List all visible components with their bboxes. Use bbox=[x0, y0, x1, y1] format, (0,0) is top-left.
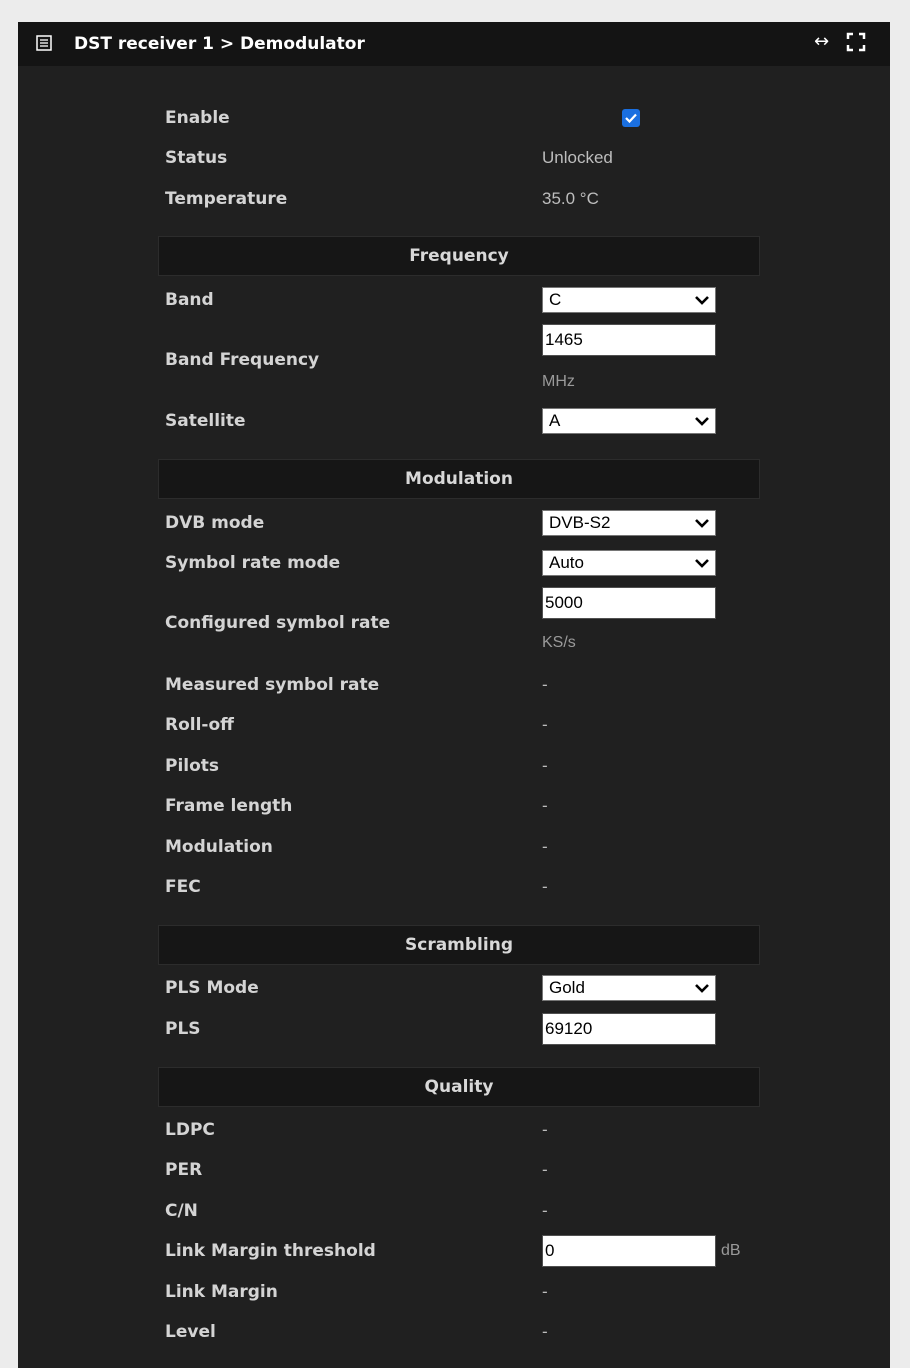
symbol-rate-mode-select-value: Auto bbox=[549, 553, 584, 572]
pls-mode-select-value: Gold bbox=[549, 978, 585, 997]
panel-title: DST receiver 1 > Demodulator bbox=[74, 34, 365, 54]
configured-symbol-rate-row: Configured symbol rate 5000 KS/s bbox=[165, 587, 765, 659]
pilots-row: Pilots - bbox=[165, 749, 765, 783]
list-icon bbox=[36, 35, 52, 51]
modulation-value: - bbox=[542, 837, 548, 856]
link-margin-threshold-unit: dB bbox=[721, 1242, 741, 1259]
pilots-label: Pilots bbox=[165, 756, 220, 776]
pls-mode-row: PLS Mode Gold bbox=[165, 971, 765, 1005]
link-margin-value: - bbox=[542, 1282, 548, 1301]
level-row: Level - bbox=[165, 1315, 765, 1349]
temperature-value: 35.0 °C bbox=[542, 189, 599, 208]
pls-row: PLS 69120 bbox=[165, 1012, 765, 1046]
band-frequency-unit: MHz bbox=[542, 373, 575, 390]
status-label: Status bbox=[165, 148, 228, 168]
satellite-select-value: A bbox=[549, 411, 561, 430]
pilots-value: - bbox=[542, 756, 548, 775]
frequency-section-header: Frequency bbox=[158, 236, 760, 276]
horizontal-resize-icon[interactable]: ↔ bbox=[814, 32, 829, 52]
satellite-label: Satellite bbox=[165, 411, 246, 431]
chevron-down-icon bbox=[695, 519, 709, 528]
roll-off-row: Roll-off - bbox=[165, 708, 765, 742]
chevron-down-icon bbox=[695, 417, 709, 426]
maximize-icon[interactable] bbox=[846, 32, 866, 52]
chevron-down-icon bbox=[695, 984, 709, 993]
modulation-label: Modulation bbox=[165, 837, 273, 857]
configured-symbol-rate-label: Configured symbol rate bbox=[165, 613, 391, 633]
per-value: - bbox=[542, 1160, 548, 1179]
band-frequency-row: Band Frequency 1465 MHz bbox=[165, 324, 765, 396]
ldpc-row: LDPC - bbox=[165, 1113, 765, 1147]
check-icon bbox=[625, 113, 637, 124]
status-value: Unlocked bbox=[542, 148, 613, 167]
ldpc-label: LDPC bbox=[165, 1120, 215, 1140]
dvb-mode-row: DVB mode DVB-S2 bbox=[165, 506, 765, 540]
fec-label: FEC bbox=[165, 877, 201, 897]
band-label: Band bbox=[165, 290, 214, 310]
band-frequency-label: Band Frequency bbox=[165, 350, 320, 370]
symbol-rate-mode-select[interactable]: Auto bbox=[542, 550, 716, 576]
link-margin-label: Link Margin bbox=[165, 1282, 278, 1302]
status-row: Status Unlocked bbox=[165, 141, 765, 175]
modulation-section-header: Modulation bbox=[158, 459, 760, 499]
pls-mode-select[interactable]: Gold bbox=[542, 975, 716, 1001]
temperature-label: Temperature bbox=[165, 189, 288, 209]
dvb-mode-select[interactable]: DVB-S2 bbox=[542, 510, 716, 536]
chevron-down-icon bbox=[695, 559, 709, 568]
quality-section-header: Quality bbox=[158, 1067, 760, 1107]
fec-value: - bbox=[542, 877, 548, 896]
link-margin-row: Link Margin - bbox=[165, 1275, 765, 1309]
enable-label: Enable bbox=[165, 108, 230, 128]
configured-symbol-rate-input[interactable]: 5000 bbox=[542, 587, 716, 619]
link-margin-threshold-row: Link Margin threshold 0 dB bbox=[165, 1234, 765, 1268]
cn-row: C/N - bbox=[165, 1194, 765, 1228]
measured-symbol-rate-row: Measured symbol rate - bbox=[165, 668, 765, 702]
cn-label: C/N bbox=[165, 1201, 198, 1221]
panel-header: DST receiver 1 > Demodulator ↔ bbox=[18, 22, 890, 66]
measured-symbol-rate-value: - bbox=[542, 675, 548, 694]
satellite-select[interactable]: A bbox=[542, 408, 716, 434]
symbol-rate-mode-label: Symbol rate mode bbox=[165, 553, 341, 573]
configured-symbol-rate-unit: KS/s bbox=[542, 634, 576, 651]
pls-label: PLS bbox=[165, 1019, 201, 1039]
satellite-row: Satellite A bbox=[165, 404, 765, 438]
pls-mode-label: PLS Mode bbox=[165, 978, 259, 998]
measured-symbol-rate-label: Measured symbol rate bbox=[165, 675, 380, 695]
per-label: PER bbox=[165, 1160, 203, 1180]
band-select-value: C bbox=[549, 290, 562, 309]
roll-off-label: Roll-off bbox=[165, 715, 234, 735]
enable-checkbox[interactable] bbox=[622, 109, 640, 127]
modulation-row: Modulation - bbox=[165, 830, 765, 864]
level-value: - bbox=[542, 1322, 548, 1341]
enable-row: Enable bbox=[165, 101, 765, 135]
pls-input[interactable]: 69120 bbox=[542, 1013, 716, 1045]
chevron-down-icon bbox=[695, 296, 709, 305]
frame-length-label: Frame length bbox=[165, 796, 293, 816]
per-row: PER - bbox=[165, 1153, 765, 1187]
band-frequency-input[interactable]: 1465 bbox=[542, 324, 716, 356]
frame-length-row: Frame length - bbox=[165, 789, 765, 823]
dvb-mode-select-value: DVB-S2 bbox=[549, 513, 611, 532]
roll-off-value: - bbox=[542, 715, 548, 734]
temperature-row: Temperature 35.0 °C bbox=[165, 182, 765, 216]
link-margin-threshold-label: Link Margin threshold bbox=[165, 1241, 376, 1261]
level-label: Level bbox=[165, 1322, 216, 1342]
frame-length-value: - bbox=[542, 796, 548, 815]
symbol-rate-mode-row: Symbol rate mode Auto bbox=[165, 546, 765, 580]
cn-value: - bbox=[542, 1201, 548, 1220]
link-margin-threshold-input[interactable]: 0 bbox=[542, 1235, 716, 1267]
demodulator-panel: DST receiver 1 > Demodulator ↔ Enable St… bbox=[18, 22, 890, 1368]
fec-row: FEC - bbox=[165, 870, 765, 904]
band-row: Band C bbox=[165, 283, 765, 317]
ldpc-value: - bbox=[542, 1120, 548, 1139]
dvb-mode-label: DVB mode bbox=[165, 513, 265, 533]
scrambling-section-header: Scrambling bbox=[158, 925, 760, 965]
band-select[interactable]: C bbox=[542, 287, 716, 313]
